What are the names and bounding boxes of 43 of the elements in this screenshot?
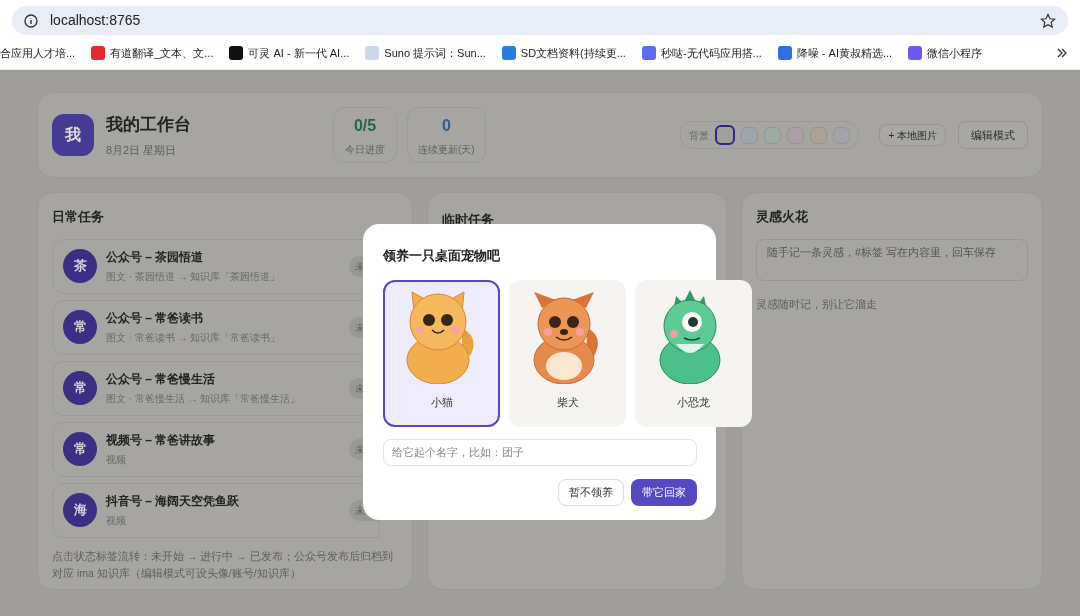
task-title: 视频号 – 常爸讲故事 (106, 432, 217, 449)
task-title: 公众号 – 常爸读书 (106, 310, 205, 327)
info-icon[interactable] (24, 13, 38, 28)
bookmark[interactable]: 降噪 - AI黄叔精选... (796, 44, 893, 62)
bookmark[interactable]: 有道翻译_文本、文... (110, 44, 214, 62)
bookmark[interactable]: 合应用人才培... (0, 44, 76, 62)
task-title: 公众号 – 常爸慢生活 (106, 371, 217, 388)
stat-label: 连续更新(天) (418, 142, 475, 157)
pet-card[interactable]: 柴犬 (509, 279, 626, 427)
color-swatch[interactable] (741, 126, 759, 144)
pet-card[interactable]: 小猫 (383, 279, 500, 427)
date-text: 8月2日 星期日 (106, 142, 178, 158)
task-title: 抖音号 – 海阔天空凭鱼跃 (106, 493, 241, 510)
edit-mode-button[interactable]: 编辑模式 (958, 121, 1028, 149)
bookmark[interactable]: SD文档资料(持续更... (520, 44, 626, 62)
stat-value: 0/5 (353, 115, 377, 136)
avatar: 我 (52, 114, 94, 156)
task-title: 公众号 – 茶园悟道 (106, 249, 205, 266)
bookmark[interactable]: 可灵 AI - 新一代 AI... (248, 44, 350, 62)
url-text: localhost:8765 (50, 11, 142, 30)
pet-card[interactable]: 小恐龙 (635, 279, 752, 427)
page-title: 我的工作台 (106, 114, 191, 136)
cancel-button[interactable]: 暂不领养 (558, 478, 624, 506)
task-avatar: 常 (63, 371, 97, 405)
bookmark[interactable]: Suno 提示词：Sun... (384, 44, 486, 62)
color-swatch[interactable] (715, 125, 736, 145)
stat-value: 0 (441, 115, 451, 136)
address-bar[interactable]: localhost:8765 (12, 6, 1068, 35)
panel-title: 日常任务 (52, 208, 105, 226)
chevron-icon[interactable] (1056, 47, 1068, 59)
task-avatar: 常 (63, 310, 97, 344)
pet-name-input[interactable]: 给它起个名字，比如：团子 (383, 438, 697, 466)
dialog-title: 领养一只桌面宠物吧 (383, 247, 501, 265)
task-avatar: 茶 (63, 249, 97, 283)
task-avatar: 海 (63, 493, 97, 527)
star-icon[interactable] (1040, 12, 1056, 29)
bookmark[interactable]: 秒哒-无代码应用搭... (660, 44, 762, 62)
confirm-button[interactable]: 带它回家 (631, 478, 697, 506)
task-avatar: 常 (63, 432, 97, 466)
color-swatch[interactable] (833, 126, 851, 144)
panel-title: 灵感火花 (756, 208, 809, 226)
local-image-button[interactable]: + 本地图片 (879, 124, 946, 146)
bookmark[interactable]: 微信小程序 (927, 44, 983, 62)
